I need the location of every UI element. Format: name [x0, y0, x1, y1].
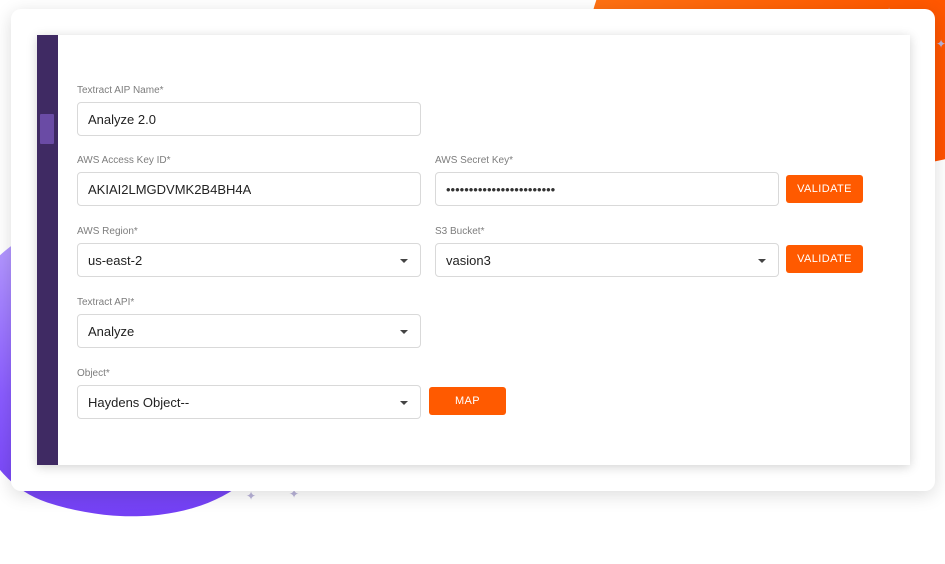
region-label: AWS Region* [77, 226, 138, 237]
sparkle-icon: ✦ [936, 37, 945, 51]
region-field: AWS Region* us-east-2 [77, 226, 421, 277]
bucket-select[interactable]: vasion3 [435, 243, 779, 277]
validate-bucket-button[interactable]: VALIDATE [786, 245, 863, 273]
textract-name-value: Analyze 2.0 [88, 111, 156, 127]
access-key-field: AWS Access Key ID* AKIAI2LMGDVMK2B4BH4A [77, 155, 421, 206]
secret-key-value: •••••••••••••••••••••••• [446, 181, 556, 197]
textract-name-field: Textract AIP Name* Analyze 2.0 [77, 85, 421, 136]
secret-key-field: AWS Secret Key* •••••••••••••••••••••••• [435, 155, 779, 206]
object-label: Object* [77, 368, 110, 379]
secret-key-input[interactable]: •••••••••••••••••••••••• [435, 172, 779, 206]
chevron-down-icon [400, 330, 408, 334]
textract-name-input[interactable]: Analyze 2.0 [77, 102, 421, 136]
settings-window: Textract AIP Name* Analyze 2.0 AWS Acces… [37, 35, 910, 465]
sparkle-icon: ✦ [246, 489, 257, 503]
bucket-field: S3 Bucket* vasion3 [435, 226, 779, 277]
access-key-label: AWS Access Key ID* [77, 155, 171, 166]
textract-api-field: Textract API* Analyze [77, 297, 421, 348]
chevron-down-icon [758, 259, 766, 263]
region-value: us-east-2 [88, 252, 143, 268]
textract-api-select[interactable]: Analyze [77, 314, 421, 348]
textract-api-label: Textract API* [77, 297, 135, 308]
textract-name-label: Textract AIP Name* [77, 85, 164, 96]
map-button[interactable]: MAP [429, 387, 506, 415]
validate-keys-button[interactable]: VALIDATE [786, 175, 863, 203]
secret-key-label: AWS Secret Key* [435, 155, 513, 166]
object-select[interactable]: Haydens Object-- [77, 385, 421, 419]
access-key-value: AKIAI2LMGDVMK2B4BH4A [88, 181, 252, 197]
chevron-down-icon [400, 401, 408, 405]
region-select[interactable]: us-east-2 [77, 243, 421, 277]
sidebar-active-indicator[interactable] [40, 114, 54, 144]
object-field: Object* Haydens Object-- [77, 368, 421, 419]
chevron-down-icon [400, 259, 408, 263]
object-value: Haydens Object-- [88, 394, 190, 410]
sidebar [37, 35, 58, 465]
bucket-label: S3 Bucket* [435, 226, 485, 237]
access-key-input[interactable]: AKIAI2LMGDVMK2B4BH4A [77, 172, 421, 206]
bucket-value: vasion3 [446, 252, 491, 268]
textract-api-value: Analyze [88, 323, 135, 339]
